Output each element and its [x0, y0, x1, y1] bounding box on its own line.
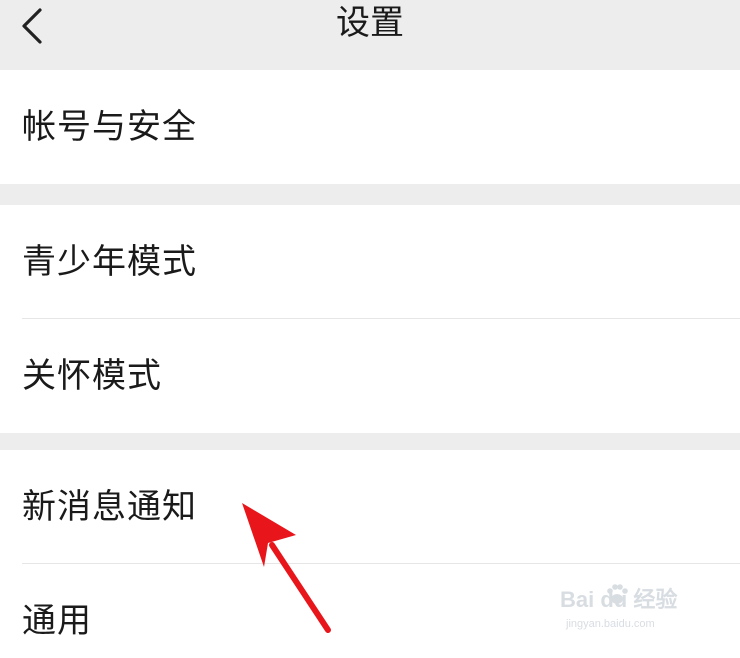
settings-item-label: 通用 [22, 601, 92, 641]
settings-item-account-security[interactable]: 帐号与安全 [0, 70, 740, 184]
settings-item-care-mode[interactable]: 关怀模式 [0, 319, 740, 433]
page-title: 设置 [336, 3, 404, 43]
settings-item-label: 帐号与安全 [22, 107, 197, 147]
paw-icon [607, 584, 628, 604]
watermark-brand: Bai du 经验 [560, 587, 678, 612]
settings-group-modes: 青少年模式 关怀模式 [0, 205, 740, 433]
settings-item-new-message-notification[interactable]: 新消息通知 [0, 450, 740, 564]
settings-group-account: 帐号与安全 [0, 70, 740, 184]
settings-screen: 设置 帐号与安全 青少年模式 关怀模式 新消息通知 通用 Bai du 经验 [0, 0, 740, 658]
settings-item-label: 新消息通知 [22, 487, 197, 527]
settings-item-label: 关怀模式 [22, 356, 162, 396]
settings-item-label: 青少年模式 [22, 242, 197, 282]
red-arrow-annotation [242, 503, 331, 633]
settings-item-teen-mode[interactable]: 青少年模式 [0, 205, 740, 319]
baidu-jingyan-watermark: Bai du 经验 jingyan.baidu.com [560, 582, 710, 642]
watermark-url: jingyan.baidu.com [566, 618, 655, 630]
nav-bar: 设置 [0, 0, 740, 68]
